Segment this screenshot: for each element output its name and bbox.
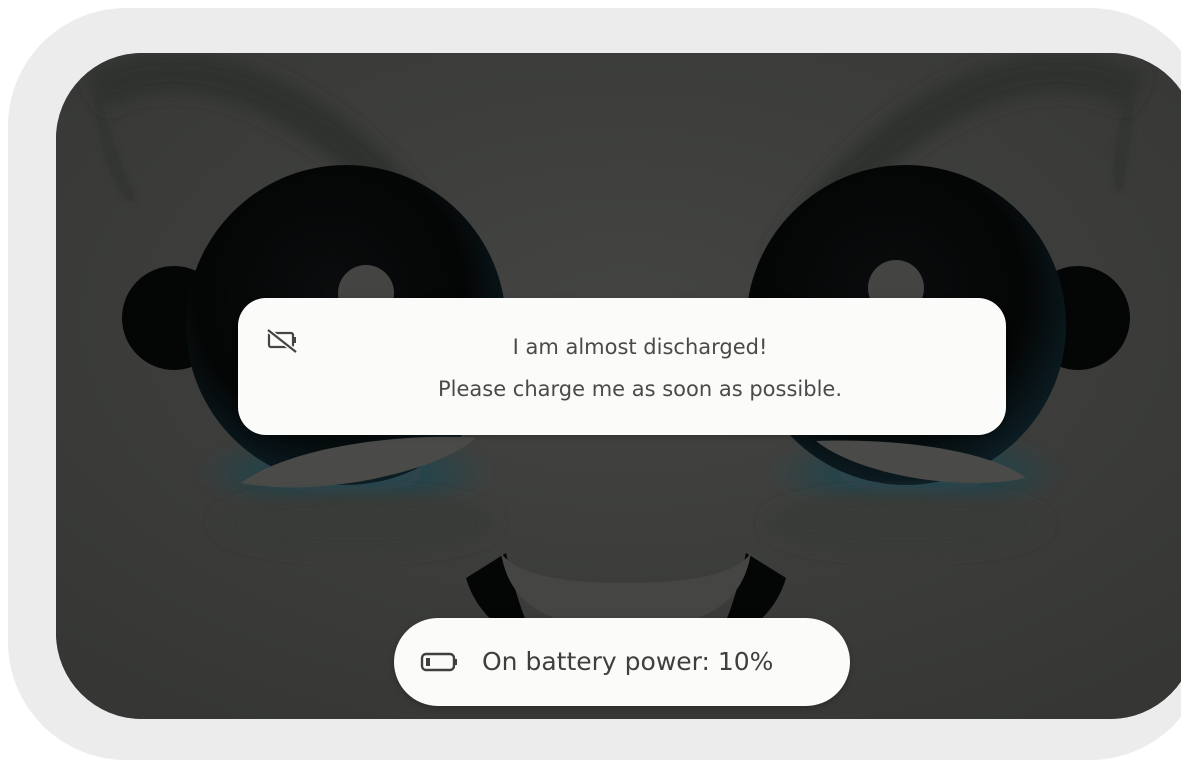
battery-level-fill bbox=[426, 658, 430, 666]
low-battery-notification: I am almost discharged! Please charge me… bbox=[238, 298, 1006, 435]
notification-line-1: I am almost discharged! bbox=[512, 335, 768, 359]
right-cheek-shade bbox=[766, 493, 1046, 553]
left-cheek-shade bbox=[216, 493, 496, 553]
battery-status-label: On battery power: 10% bbox=[482, 647, 774, 676]
battery-low-icon bbox=[420, 652, 457, 672]
battery-status-pill: On battery power: 10% bbox=[394, 618, 850, 706]
notification-message: I am almost discharged! Please charge me… bbox=[298, 326, 982, 410]
notification-line-2: Please charge me as soon as possible. bbox=[437, 377, 843, 401]
